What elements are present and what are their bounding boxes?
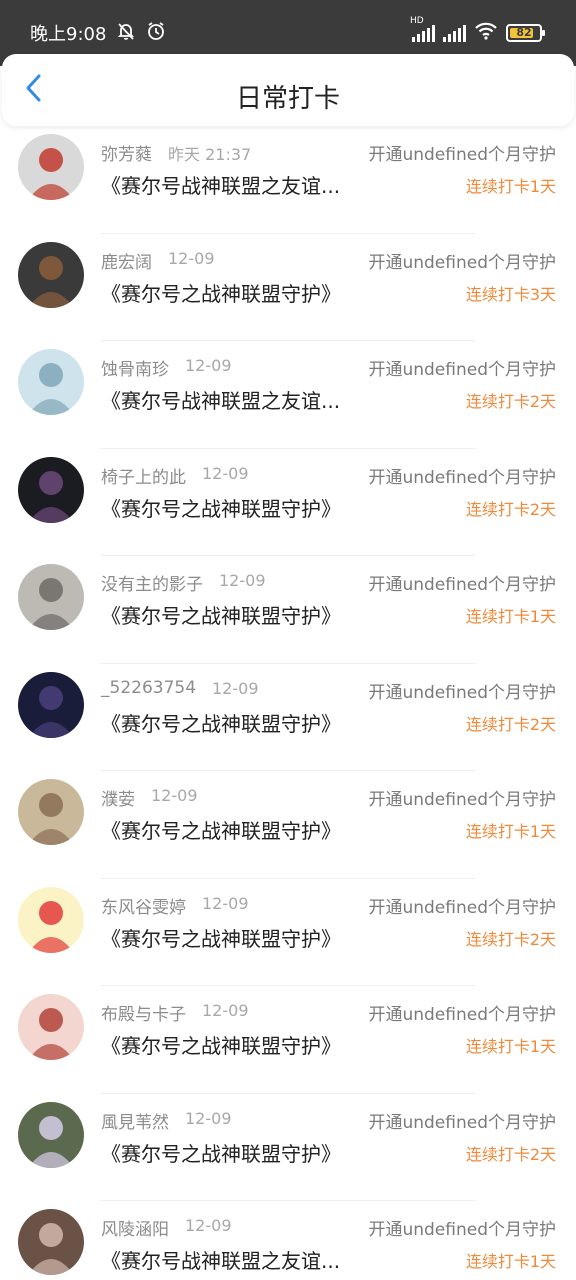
program-title[interactable]: 《赛尔号战神联盟之友谊... (101, 1245, 340, 1274)
checkin-time: 12-09 (202, 893, 249, 913)
guard-info: 开通undefined个月守护 (368, 682, 556, 703)
bell-off-icon (116, 21, 136, 46)
streak-label: 连续打卡1天 (465, 607, 556, 626)
avatar[interactable] (18, 671, 84, 738)
checkin-time: 昨天 21:37 (168, 145, 252, 164)
streak-label: 连续打卡1天 (465, 177, 556, 196)
app-header: 日常打卡 (2, 54, 574, 126)
user-name[interactable]: 没有主的影子 (101, 570, 203, 595)
guard-info: 开通undefined个月守护 (368, 897, 556, 918)
checkin-time: 12-09 (202, 1001, 249, 1020)
streak-label: 连续打卡1天 (465, 1037, 556, 1056)
program-title[interactable]: 《赛尔号之战神联盟守护》 (101, 278, 341, 307)
program-title[interactable]: 《赛尔号之战神联盟守护》 (101, 1138, 341, 1167)
user-name[interactable]: 风陵涵阳 (101, 1215, 169, 1240)
avatar[interactable] (18, 241, 84, 308)
avatar[interactable] (18, 134, 84, 200)
avatar[interactable] (18, 1209, 84, 1275)
program-title[interactable]: 《赛尔号战神联盟之友谊... (101, 170, 340, 199)
avatar[interactable] (18, 564, 84, 630)
user-name[interactable]: _52263754 (101, 678, 196, 698)
guard-info: 开通undefined个月守护 (368, 252, 556, 273)
list-item[interactable]: 东风谷雯婷 12-09 开通undefined个月守护 《赛尔号之战神联盟守护》… (0, 879, 576, 986)
user-name[interactable]: 布殿与卡子 (101, 1000, 186, 1025)
checkin-list: 弥芳蕤 昨天 21:37 开通undefined个月守护 《赛尔号战神联盟之友谊… (0, 126, 576, 1280)
avatar[interactable] (18, 886, 84, 953)
program-title[interactable]: 《赛尔号之战神联盟守护》 (101, 600, 341, 629)
status-left: 晚上9:08 (30, 20, 166, 46)
checkin-time: 12-09 (185, 356, 232, 375)
program-title[interactable]: 《赛尔号之战神联盟守护》 (101, 1030, 341, 1059)
checkin-time: 12-09 (185, 1216, 232, 1235)
streak-label: 连续打卡1天 (465, 822, 556, 841)
signal-icon-2 (443, 24, 466, 42)
user-name[interactable]: 弥芳蕤 (101, 140, 152, 165)
battery-icon: 82 (506, 23, 545, 42)
avatar[interactable] (18, 349, 84, 415)
checkin-time: 12-09 (185, 1108, 232, 1128)
checkin-time: 12-09 (168, 248, 215, 268)
program-title[interactable]: 《赛尔号之战神联盟守护》 (101, 815, 341, 844)
list-item[interactable]: _52263754 12-09 开通undefined个月守护 《赛尔号之战神联… (0, 664, 576, 771)
hd-signal: HD (410, 16, 435, 42)
guard-info: 开通undefined个月守护 (368, 1112, 556, 1133)
streak-label: 连续打卡3天 (465, 284, 556, 304)
user-name[interactable]: 蚀骨南珍 (101, 355, 169, 380)
battery-level: 82 (516, 26, 532, 39)
program-title[interactable]: 《赛尔号之战神联盟守护》 (101, 708, 341, 737)
program-title[interactable]: 《赛尔号之战神联盟守护》 (101, 493, 341, 522)
avatar[interactable] (18, 994, 84, 1060)
list-item[interactable]: 椅子上的此 12-09 开通undefined个月守护 《赛尔号之战神联盟守护》… (0, 449, 576, 556)
streak-label: 连续打卡2天 (465, 392, 556, 411)
status-time: 晚上9:08 (30, 24, 107, 45)
list-item[interactable]: 弥芳蕤 昨天 21:37 开通undefined个月守护 《赛尔号战神联盟之友谊… (0, 126, 576, 234)
checkin-time: 12-09 (219, 571, 266, 590)
guard-info: 开通undefined个月守护 (368, 360, 556, 380)
alarm-icon (146, 21, 166, 46)
streak-label: 连续打卡2天 (465, 929, 556, 949)
list-item[interactable]: 风陵涵阳 12-09 开通undefined个月守护 《赛尔号战神联盟之友谊..… (0, 1201, 576, 1280)
avatar[interactable] (18, 1101, 84, 1168)
streak-label: 连续打卡2天 (465, 1144, 556, 1164)
list-item[interactable]: 没有主的影子 12-09 开通undefined个月守护 《赛尔号之战神联盟守护… (0, 556, 576, 664)
list-item[interactable]: 風見苇然 12-09 开通undefined个月守护 《赛尔号之战神联盟守护》 … (0, 1094, 576, 1201)
page-title: 日常打卡 (235, 84, 340, 114)
avatar[interactable] (18, 779, 84, 845)
list-item[interactable]: 布殿与卡子 12-09 开通undefined个月守护 《赛尔号之战神联盟守护》… (0, 986, 576, 1094)
user-name[interactable]: 風見苇然 (101, 1108, 169, 1133)
hd-label: HD (410, 15, 424, 26)
avatar[interactable] (18, 456, 84, 523)
guard-info: 开通undefined个月守护 (368, 145, 556, 165)
user-name[interactable]: 濮荌 (101, 785, 135, 810)
checkin-time: 12-09 (202, 463, 249, 483)
guard-info: 开通undefined个月守护 (368, 1005, 556, 1025)
streak-label: 连续打卡1天 (465, 1252, 556, 1271)
user-name[interactable]: 东风谷雯婷 (101, 893, 186, 918)
user-name[interactable]: 鹿宏阔 (101, 248, 152, 273)
guard-info: 开通undefined个月守护 (368, 1220, 556, 1240)
guard-info: 开通undefined个月守护 (368, 575, 556, 595)
program-title[interactable]: 《赛尔号战神联盟之友谊... (101, 385, 340, 414)
list-item[interactable]: 蚀骨南珍 12-09 开通undefined个月守护 《赛尔号战神联盟之友谊..… (0, 341, 576, 449)
checkin-time: 12-09 (212, 678, 259, 698)
checkin-time: 12-09 (151, 786, 198, 805)
signal-icon (412, 24, 435, 42)
user-name[interactable]: 椅子上的此 (101, 463, 186, 488)
streak-label: 连续打卡2天 (465, 499, 556, 519)
guard-info: 开通undefined个月守护 (368, 467, 556, 488)
program-title[interactable]: 《赛尔号之战神联盟守护》 (101, 923, 341, 952)
wifi-icon (474, 22, 498, 43)
streak-label: 连续打卡2天 (465, 714, 556, 734)
list-item[interactable]: 鹿宏阔 12-09 开通undefined个月守护 《赛尔号之战神联盟守护》 连… (0, 234, 576, 341)
list-item[interactable]: 濮荌 12-09 开通undefined个月守护 《赛尔号之战神联盟守护》 连续… (0, 771, 576, 879)
status-right: HD 82 (410, 16, 545, 43)
guard-info: 开通undefined个月守护 (368, 790, 556, 810)
